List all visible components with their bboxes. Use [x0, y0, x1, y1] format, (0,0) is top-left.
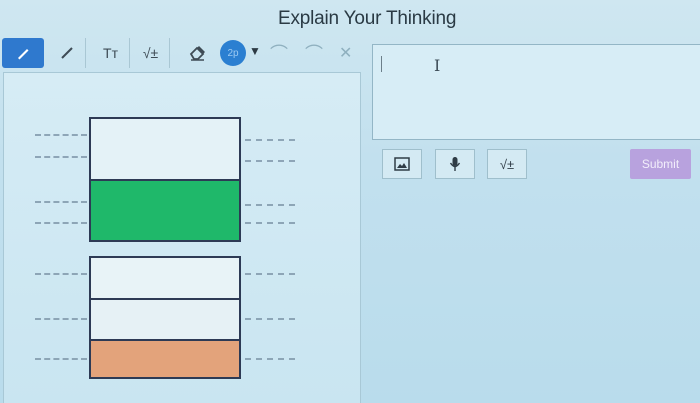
close-icon[interactable]: ✕: [339, 43, 352, 63]
pencil-icon: [18, 49, 29, 60]
pen-tool-button[interactable]: [2, 38, 44, 68]
text-tool-button[interactable]: Tт: [92, 38, 130, 68]
undo-icon[interactable]: ⌒: [270, 40, 288, 66]
guide-line: [35, 222, 87, 224]
guide-line: [245, 222, 295, 224]
bar-segment-shaded: [91, 179, 239, 240]
insert-image-button[interactable]: [382, 149, 422, 179]
record-audio-button[interactable]: [435, 149, 475, 179]
guide-line: [35, 358, 87, 360]
guide-line: [35, 201, 87, 203]
ibeam-cursor-icon: I: [434, 56, 441, 75]
guide-line: [245, 204, 295, 206]
bar-segment-shaded: [91, 339, 239, 377]
fraction-bar-thirds: [89, 256, 241, 379]
guide-line: [35, 318, 87, 320]
guide-line: [245, 160, 295, 162]
line-icon: [60, 47, 73, 59]
eraser-tool-button[interactable]: [178, 38, 216, 68]
chevron-down-icon[interactable]: ▼: [249, 44, 261, 58]
page-title: Explain Your Thinking: [278, 8, 457, 29]
color-label: 2p: [227, 47, 239, 59]
math-tool-label: √±: [142, 45, 159, 61]
guide-line: [245, 358, 295, 360]
bar-segment: [91, 258, 239, 298]
line-tool-button[interactable]: [48, 38, 86, 68]
guide-line: [35, 134, 87, 136]
guide-line: [245, 139, 295, 141]
response-textbox[interactable]: [372, 44, 700, 140]
fraction-bar-halves: [89, 117, 241, 242]
guide-line: [245, 318, 295, 320]
eraser-icon: [189, 46, 205, 61]
guide-line: [245, 273, 295, 275]
math-input-button[interactable]: √±: [487, 149, 527, 179]
math-input-label: √±: [499, 156, 515, 172]
color-picker-button[interactable]: 2p: [220, 40, 246, 66]
guide-line: [35, 273, 87, 275]
redo-icon[interactable]: ⌒: [305, 40, 323, 66]
bar-segment: [91, 298, 239, 339]
microphone-icon: [449, 157, 461, 171]
submit-button[interactable]: Submit: [630, 149, 691, 179]
guide-line: [35, 156, 87, 158]
image-icon: [394, 157, 410, 171]
text-cursor: [381, 56, 382, 72]
math-tool-button[interactable]: √±: [132, 38, 170, 68]
text-tool-label: Tт: [103, 45, 118, 61]
bar-segment: [91, 119, 239, 179]
